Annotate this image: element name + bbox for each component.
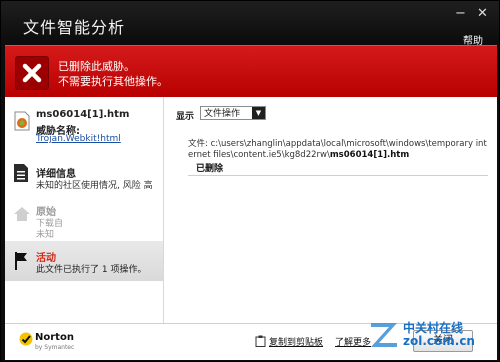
view-select[interactable]: 文件操作 ▼ xyxy=(200,106,266,120)
activity-subtitle: 此文件已执行了 1 项操作。 xyxy=(36,265,147,275)
app-window: 文件智能分析 − ✕ 帮助 已删除此威胁。 不需要执行其他操作。 ms06014… xyxy=(0,0,500,362)
file-path: 文件: c:\users\zhanglin\appdata\local\micr… xyxy=(188,139,488,161)
norton-logo-subtext: by Symantec xyxy=(35,344,75,351)
dropdown-arrow-icon[interactable]: ▼ xyxy=(252,107,265,119)
flag-icon xyxy=(15,252,27,270)
file-path-name: ms06014[1].htm xyxy=(329,150,410,160)
learn-more-link[interactable]: 了解更多 xyxy=(335,335,371,348)
action-status: 已删除 xyxy=(196,164,224,174)
content-area: ms06014[1].htm 威胁名称: Trojan.Webkit!html … xyxy=(5,97,497,323)
clipboard-icon xyxy=(255,335,266,347)
watermark-en: zol.com.cn xyxy=(403,334,475,348)
alert-message-1: 已删除此威胁。 xyxy=(58,60,135,73)
html-file-icon xyxy=(14,111,30,131)
view-select-value: 文件操作 xyxy=(204,109,241,119)
sidebar: ms06014[1].htm 威胁名称: Trojan.Webkit!html … xyxy=(5,97,164,323)
norton-check-icon xyxy=(19,332,33,346)
sidebar-item-activity[interactable]: 活动 此文件已执行了 1 项操作。 xyxy=(5,241,163,281)
details-subtitle: 未知的社区使用情况, 风险 高 xyxy=(36,181,153,191)
norton-logo-text: Norton xyxy=(35,332,74,343)
home-icon xyxy=(14,207,30,221)
alert-banner: 已删除此威胁。 不需要执行其他操作。 xyxy=(5,45,497,98)
activity-panel: 显示 文件操作 ▼ 文件: c:\users\zhanglin\appdata\… xyxy=(164,97,497,323)
close-window-button[interactable]: ✕ xyxy=(477,7,488,21)
copy-to-clipboard-link[interactable]: 复制到剪贴板 xyxy=(269,335,323,348)
deleted-x-icon xyxy=(15,56,49,90)
window-title: 文件智能分析 xyxy=(23,18,126,37)
divider xyxy=(188,175,488,176)
minimize-button[interactable]: − xyxy=(455,7,466,21)
threat-name-link[interactable]: Trojan.Webkit!html xyxy=(36,134,121,144)
file-name: ms06014[1].htm xyxy=(36,109,130,120)
origin-subtitle-2: 未知 xyxy=(36,230,55,240)
sidebar-item-details[interactable]: 详细信息 未知的社区使用情况, 风险 高 xyxy=(5,159,163,195)
zol-logo-icon xyxy=(371,323,397,347)
sidebar-item-origin[interactable]: 原始 下载自 未知 xyxy=(5,199,163,240)
document-icon xyxy=(14,164,28,182)
show-label: 显示 xyxy=(176,112,195,122)
alert-message-2: 不需要执行其他操作。 xyxy=(58,75,168,88)
sidebar-item-file[interactable]: ms06014[1].htm 威胁名称: Trojan.Webkit!html xyxy=(5,97,163,153)
